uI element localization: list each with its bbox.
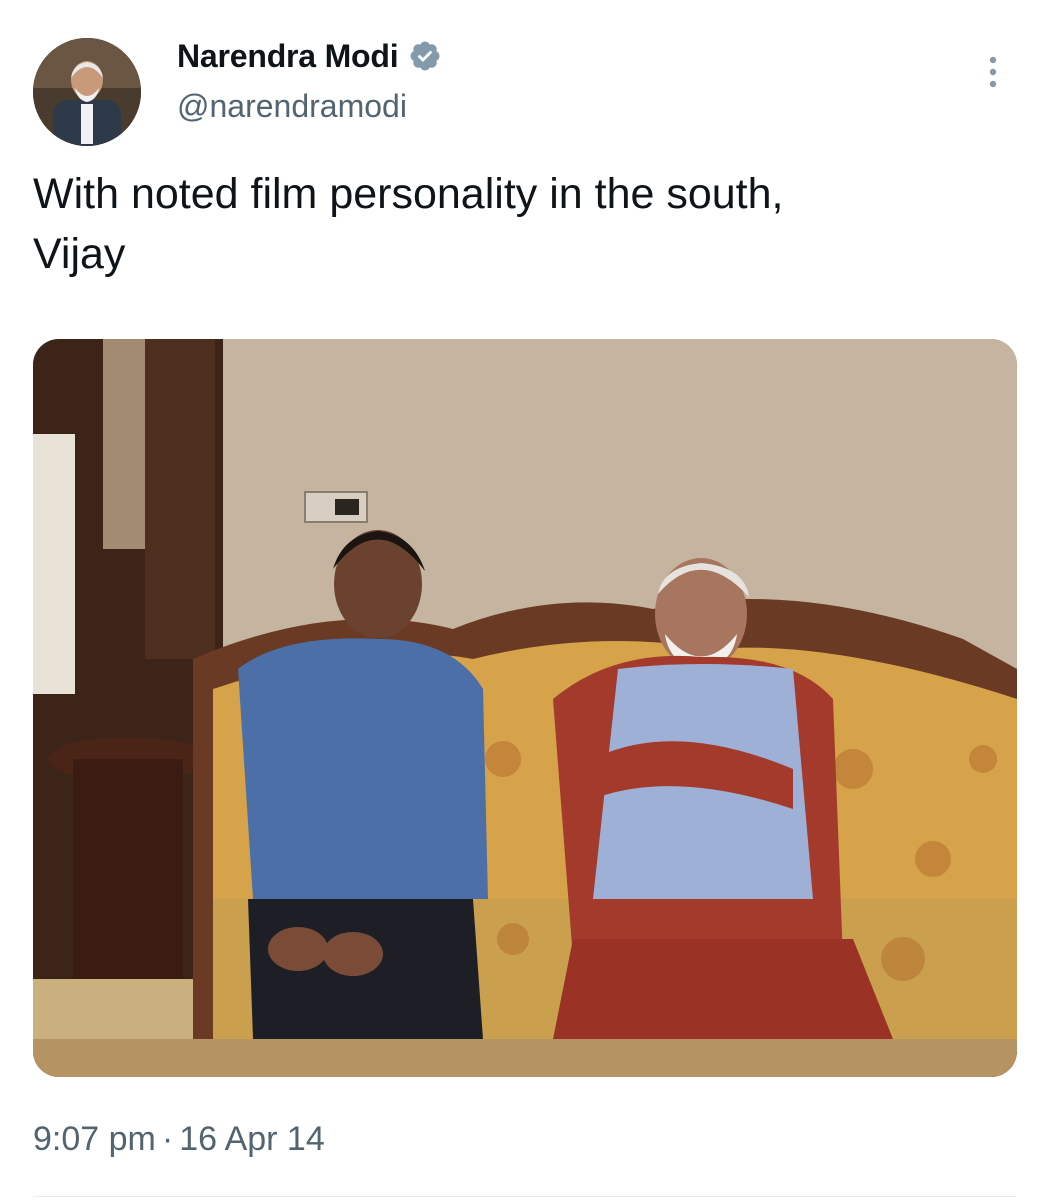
verified-badge-icon xyxy=(408,39,442,73)
timestamp-separator: · xyxy=(161,1120,174,1158)
tweet-timestamp[interactable]: 9:07 pm · 16 Apr 14 xyxy=(33,1117,325,1161)
author-avatar[interactable] xyxy=(33,38,141,146)
avatar-photo xyxy=(33,38,141,146)
author-handle[interactable]: @narendramodi xyxy=(177,86,407,126)
tweet-date: 16 Apr 14 xyxy=(179,1120,325,1158)
author-name[interactable]: Narendra Modi xyxy=(177,36,442,76)
photo-image xyxy=(33,339,1017,1077)
tweet-time: 9:07 pm xyxy=(33,1120,156,1158)
more-options-icon[interactable] xyxy=(978,52,1008,92)
tweet-text: With noted film personality in the south… xyxy=(33,170,784,278)
divider xyxy=(33,1196,1016,1197)
tweet-photo[interactable] xyxy=(33,339,1017,1077)
author-name-text: Narendra Modi xyxy=(177,38,399,74)
